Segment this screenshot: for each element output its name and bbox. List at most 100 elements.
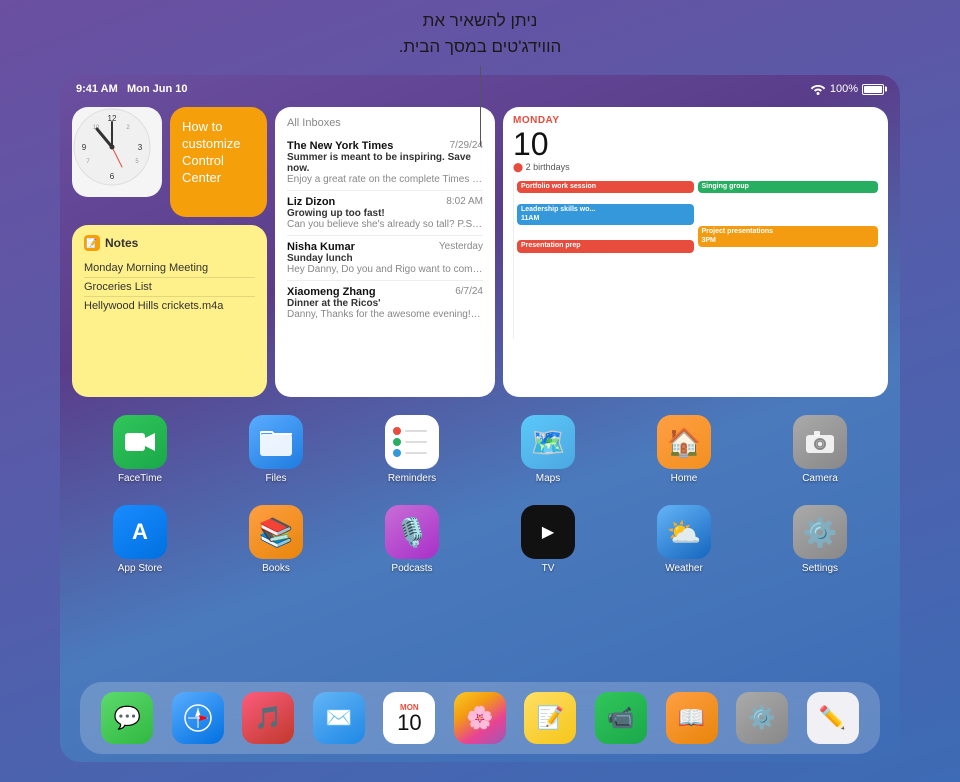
notes-widget[interactable]: 📝 Notes Monday Morning Meeting Groceries… [72,225,267,397]
app-reminders[interactable]: Reminders [377,415,447,484]
mail-subject-4: Dinner at the Ricos' [287,298,483,309]
svg-text:3: 3 [138,143,143,152]
cal-event-leadership-text: Leadership skills wo...11AM [517,204,694,225]
cal-event-1: Portfolio work session [517,181,694,193]
dock-photos[interactable]: 🌸 [454,692,506,744]
annotation-line2: הווידג'טים במסך הבית. [200,34,760,60]
dock-facetime[interactable]: 📹 [595,692,647,744]
cal-left-events: Portfolio work session Leadership skills… [513,179,694,339]
tv-icon: ▶ [521,505,575,559]
mail-from-2: Liz Dizon [287,196,335,208]
clock-customize-row: 12 6 3 9 2 5 10 7 1 [72,107,267,217]
mail-widget[interactable]: All Inboxes The New York Times7/29/24 Su… [275,107,495,397]
dock-safari[interactable] [172,692,224,744]
notes-item-2: Groceries List [84,278,255,297]
cal-event-singing-text: Singing group [698,181,879,193]
status-time-date: 9:41 AM Mon Jun 10 [76,83,187,95]
mail-date-4: 6/7/24 [455,286,483,298]
app-row-2: A App Store 📚 Books 🎙️ Podcasts ▶ TV ⛅ W… [72,505,888,574]
customize-widget[interactable]: How to customize Control Center [170,107,267,217]
files-icon [249,415,303,469]
notes-header: 📝 Notes [84,235,255,251]
mail-preview-1: Enjoy a great rate on the complete Times… [287,174,483,185]
annotation: ניתן להשאיר את הווידג'טים במסך הבית. [200,8,760,59]
app-podcasts[interactable]: 🎙️ Podcasts [377,505,447,574]
mail-subject-3: Sunday lunch [287,253,483,264]
mail-subject-1: Summer is meant to be inspiring. Save no… [287,152,483,174]
dock-music[interactable]: 🎵 [242,692,294,744]
cal-right-events: Singing group Project presentations3PM [698,179,879,339]
annotation-pointer [480,66,481,146]
cal-event-project-text: Project presentations3PM [698,226,879,247]
app-facetime-label: FaceTime [118,473,162,484]
mail-date-2: 8:02 AM [446,196,483,208]
app-facetime[interactable]: FaceTime [105,415,175,484]
dock-calendar[interactable]: MON 10 [383,692,435,744]
dock-books[interactable]: 📖 [666,692,718,744]
ipad-screen: 9:41 AM Mon Jun 10 100% [60,75,900,762]
mail-from-4: Xiaomeng Zhang [287,286,376,298]
mail-from-3: Nisha Kumar [287,241,355,253]
app-appstore[interactable]: A App Store [105,505,175,574]
dock-freeform[interactable]: ✏️ [807,692,859,744]
cal-event-singing: Singing group [698,181,879,193]
notes-icon: 📝 [84,235,100,251]
wifi-icon [810,83,826,95]
app-books[interactable]: 📚 Books [241,505,311,574]
notes-title: Notes [105,236,138,250]
mail-item-4[interactable]: Xiaomeng Zhang 6/7/24 Dinner at the Ricos… [287,281,483,325]
notes-item-1: Monday Morning Meeting [84,259,255,278]
mail-subject-2: Growing up too fast! [287,208,483,219]
facetime-icon [113,415,167,469]
cal-event-project: Project presentations3PM [698,226,879,247]
home-icon: 🏠 [657,415,711,469]
mail-date-3: Yesterday [439,241,483,253]
cal-event-prep-text: Presentation prep [517,240,694,252]
mail-header: All Inboxes [287,117,483,129]
mail-preview-4: Danny, Thanks for the awesome evening! I… [287,309,483,320]
dock-settings[interactable]: ⚙️ [736,692,788,744]
dock-mail[interactable]: ✉️ [313,692,365,744]
mail-item-1[interactable]: The New York Times7/29/24 Summer is mean… [287,135,483,191]
clock-widget[interactable]: 12 6 3 9 2 5 10 7 1 [72,107,162,197]
app-settings[interactable]: ⚙️ Settings [785,505,855,574]
widget-col-left: 12 6 3 9 2 5 10 7 1 [72,107,267,397]
cal-day-label: MONDAY [513,115,878,126]
notes-item-3: Hellywood Hills crickets.m4a [84,297,255,315]
mail-preview-2: Can you believe she's already so tall? P… [287,219,483,230]
svg-text:9: 9 [82,143,87,152]
dock: 💬 🎵 ✉️ MON 10 🌸 📝 📹 📖 ⚙️ ✏️ [80,682,880,754]
app-files[interactable]: Files [241,415,311,484]
app-tv-label: TV [542,563,555,574]
svg-text:▶: ▶ [542,524,555,541]
app-maps[interactable]: 🗺️ Maps [513,415,583,484]
dock-calendar-date: 10 [397,712,421,734]
cal-event-portfolio: Portfolio work session [517,181,694,193]
books-icon: 📚 [249,505,303,559]
battery-label: 100% [830,83,858,95]
svg-text:6: 6 [110,172,115,181]
status-date: Mon Jun 10 [127,83,188,95]
weather-icon: ⛅ [657,505,711,559]
app-tv[interactable]: ▶ TV [513,505,583,574]
cal-events-area: Portfolio work session Leadership skills… [513,179,878,339]
app-books-label: Books [262,563,290,574]
dock-messages[interactable]: 💬 [101,692,153,744]
status-indicators: 100% [810,83,884,95]
mail-item-3[interactable]: Nisha Kumar Yesterday Sunday lunch Hey Da… [287,236,483,281]
app-home[interactable]: 🏠 Home [649,415,719,484]
svg-text:A: A [132,519,148,544]
mail-item-2[interactable]: Liz Dizon 8:02 AM Growing up too fast! Ca… [287,191,483,236]
cal-birthdays: ⬤ 2 birthdays [513,162,878,173]
cal-date: 10 [513,128,878,160]
battery-icon [862,84,884,95]
app-camera[interactable]: Camera [785,415,855,484]
mail-preview-3: Hey Danny, Do you and Rigo want to come … [287,264,483,275]
app-weather[interactable]: ⛅ Weather [649,505,719,574]
app-home-label: Home [671,473,698,484]
app-files-label: Files [265,473,286,484]
reminders-icon [385,415,439,469]
dock-notes[interactable]: 📝 [524,692,576,744]
calendar-widget[interactable]: MONDAY 10 ⬤ 2 birthdays Portfolio work s… [503,107,888,397]
app-podcasts-label: Podcasts [391,563,432,574]
